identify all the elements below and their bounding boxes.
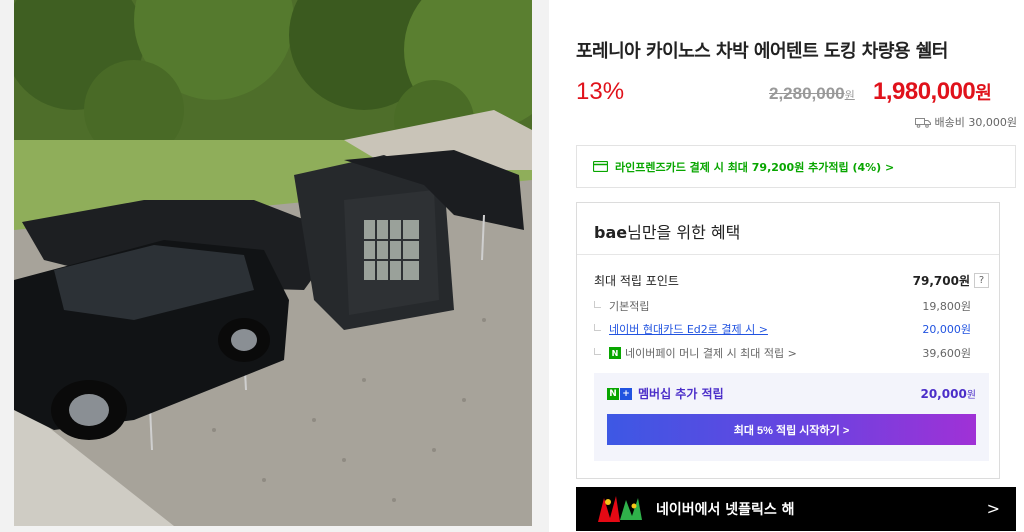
sale-price-value: 1,980,000 bbox=[873, 78, 976, 105]
product-page: 포레니아 카이노스 차박 에어텐트 도킹 차량용 쉘터 13% 2,280,00… bbox=[0, 0, 1024, 532]
shipping-fee: 배송비 30,000원 bbox=[914, 114, 1017, 130]
benefit-row-value: 19,800원 bbox=[922, 300, 971, 313]
benefit-row-label[interactable]: 네이버페이 머니 결제 시 최대 적립 > bbox=[625, 345, 797, 361]
max-points-value-wrap: 79,700원 ? bbox=[913, 272, 989, 289]
membership-row: N + 멤버십 추가 적립 20,000원 bbox=[607, 385, 976, 402]
credit-card-icon bbox=[592, 160, 609, 173]
netflix-promo-logo-icon bbox=[594, 492, 646, 526]
shipping-fee-text: 배송비 30,000원 bbox=[934, 116, 1017, 129]
membership-start-button[interactable]: 최대 5% 적립 시작하기 > bbox=[607, 414, 976, 445]
benefit-row-basic-left: 기본적립 bbox=[594, 298, 649, 314]
tree-branch-icon bbox=[594, 300, 601, 308]
truck-icon bbox=[914, 117, 931, 128]
netflix-banner[interactable]: 네이버에서 넷플릭스 해 > bbox=[576, 487, 1016, 531]
max-points-value: 79,700원 bbox=[912, 274, 970, 288]
original-price-unit: 원 bbox=[844, 90, 855, 102]
membership-value-unit: 원 bbox=[966, 390, 976, 401]
benefit-row-value: 39,600원 bbox=[922, 347, 971, 360]
membership-value: 20,000원 bbox=[920, 386, 976, 401]
product-title: 포레니아 카이노스 차박 에어텐트 도킹 차량용 쉘터 bbox=[576, 41, 948, 62]
help-icon[interactable]: ? bbox=[974, 273, 989, 288]
sale-price: 1,980,000원 bbox=[873, 78, 992, 106]
benefit-row-npay-left: N 네이버페이 머니 결제 시 최대 적립 > bbox=[594, 345, 797, 361]
membership-box: N + 멤버십 추가 적립 20,000원 최대 5% 적립 시작하기 > bbox=[594, 373, 989, 461]
card-promo-link[interactable]: 라인프렌즈카드 결제 시 최대 79,200원 추가적립 (4%) > bbox=[576, 145, 1016, 188]
divider bbox=[577, 254, 999, 255]
benefit-row-hyundai-left: 네이버 현대카드 Ed2로 결제 시 > bbox=[594, 321, 768, 337]
naver-n-badge: N bbox=[607, 387, 619, 400]
membership-left: N + 멤버십 추가 적립 bbox=[607, 385, 724, 402]
max-points-row: 최대 적립 포인트 79,700원 ? bbox=[594, 272, 989, 289]
chevron-right-icon: > bbox=[986, 499, 1000, 518]
benefit-row-npay-money[interactable]: N 네이버페이 머니 결제 시 최대 적립 > 39,600원 bbox=[594, 345, 971, 361]
product-info-panel: 포레니아 카이노스 차박 에어텐트 도킹 차량용 쉘터 13% 2,280,00… bbox=[549, 0, 1024, 532]
benefit-title: bae님만을 위한 혜택 bbox=[594, 219, 740, 243]
product-image[interactable] bbox=[14, 0, 532, 526]
tree-branch-icon bbox=[594, 347, 601, 355]
sale-price-unit: 원 bbox=[975, 83, 992, 104]
card-promo-text: 라인프렌즈카드 결제 시 최대 79,200원 추가적립 (4%) > bbox=[615, 160, 895, 174]
banner-text: 네이버에서 넷플릭스 해 bbox=[656, 502, 795, 518]
original-price-value: 2,280,000 bbox=[769, 84, 845, 103]
original-price: 2,280,000원 bbox=[769, 84, 855, 104]
benefit-row-hyundai-card[interactable]: 네이버 현대카드 Ed2로 결제 시 > 20,000원 bbox=[594, 321, 971, 337]
benefit-row-label[interactable]: 네이버 현대카드 Ed2로 결제 시 > bbox=[609, 321, 768, 337]
discount-rate: 13% bbox=[576, 78, 625, 105]
membership-label: 멤버십 추가 적립 bbox=[638, 387, 724, 401]
benefit-user: bae bbox=[594, 223, 628, 242]
max-points-label: 최대 적립 포인트 bbox=[594, 274, 679, 288]
naver-plus-icon: N + bbox=[607, 387, 632, 400]
membership-value-number: 20,000 bbox=[920, 387, 967, 401]
benefit-row-label: 기본적립 bbox=[609, 300, 650, 313]
benefit-box: bae님만을 위한 혜택 최대 적립 포인트 79,700원 ? 기본적립 19… bbox=[576, 202, 1000, 479]
benefit-row-basic: 기본적립 19,800원 bbox=[594, 298, 971, 314]
benefit-row-value: 20,000원 bbox=[922, 323, 971, 336]
naver-pay-icon: N bbox=[609, 347, 621, 359]
plus-badge: + bbox=[620, 387, 632, 400]
tree-branch-icon bbox=[594, 323, 601, 331]
benefit-title-suffix: 님만을 위한 혜택 bbox=[627, 223, 741, 242]
